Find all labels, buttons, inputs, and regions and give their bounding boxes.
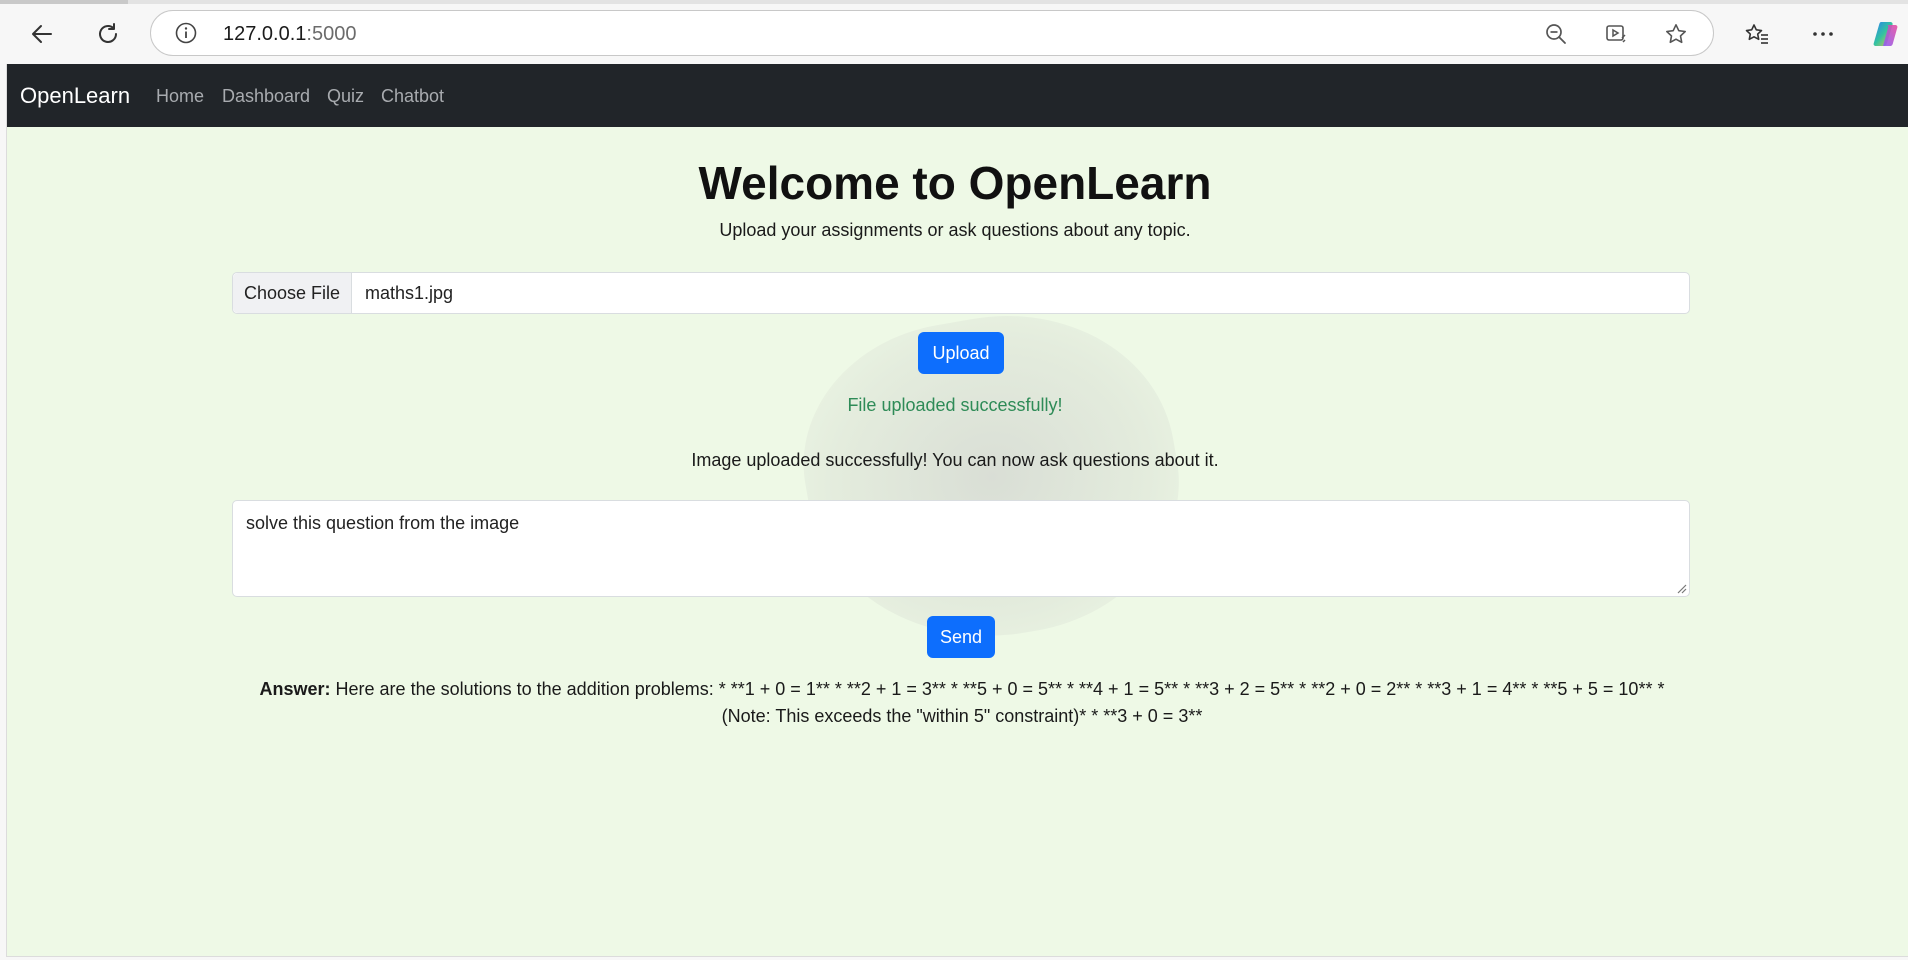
choose-file-button[interactable]: Choose File <box>233 273 352 313</box>
browser-toolbar: 127.0.0.1:5000 <box>0 0 1908 64</box>
navbar-brand[interactable]: OpenLearn <box>20 83 130 109</box>
zoom-out-icon[interactable] <box>1543 21 1569 47</box>
answer-label: Answer: <box>259 679 331 699</box>
send-button[interactable]: Send <box>927 616 995 658</box>
selected-file-name: maths1.jpg <box>365 283 454 303</box>
page-subtitle: Upload your assignments or ask questions… <box>719 220 1191 240</box>
question-textarea[interactable]: solve this question from the image <box>232 500 1690 597</box>
image-upload-info-message: Image uploaded successfully! You can now… <box>691 450 1219 470</box>
question-text: solve this question from the image <box>246 513 520 533</box>
address-bar[interactable]: 127.0.0.1:5000 <box>150 10 1714 56</box>
file-input[interactable]: Choose File maths1.jpg <box>232 272 1690 314</box>
navbar: OpenLearn Home Dashboard Quiz Chatbot <box>7 64 1908 127</box>
nav-link-home[interactable]: Home <box>156 86 204 107</box>
info-icon[interactable] <box>175 22 197 44</box>
refresh-icon[interactable] <box>88 14 128 54</box>
page-viewport: OpenLearn Home Dashboard Quiz Chatbot We… <box>6 64 1908 957</box>
answer-text: Answer: Here are the solutions to the ad… <box>232 676 1692 730</box>
url-text[interactable]: 127.0.0.1:5000 <box>223 23 356 46</box>
nav-link-dashboard[interactable]: Dashboard <box>222 86 310 107</box>
url-host: 127.0.0.1 <box>223 23 307 45</box>
tab-strip <box>0 0 1908 4</box>
url-port: :5000 <box>306 23 357 45</box>
resize-grip-icon[interactable] <box>1675 582 1687 594</box>
page-title: Welcome to OpenLearn <box>698 157 1212 209</box>
back-icon[interactable] <box>22 14 62 54</box>
more-icon[interactable] <box>1803 14 1843 54</box>
active-tab-indicator <box>0 0 128 4</box>
answer-body-line-2: (Note: This exceeds the "within 5" const… <box>721 706 1203 726</box>
favorites-icon[interactable] <box>1737 14 1777 54</box>
favorite-star-icon[interactable] <box>1663 21 1689 47</box>
copilot-icon[interactable] <box>1866 14 1906 54</box>
upload-success-message: File uploaded successfully! <box>847 395 1063 415</box>
answer-body-line-1: Here are the solutions to the addition p… <box>330 679 1665 699</box>
immersive-reader-icon[interactable] <box>1603 21 1629 47</box>
nav-link-quiz[interactable]: Quiz <box>327 86 364 107</box>
nav-link-chatbot[interactable]: Chatbot <box>381 86 444 107</box>
upload-button[interactable]: Upload <box>918 332 1004 374</box>
